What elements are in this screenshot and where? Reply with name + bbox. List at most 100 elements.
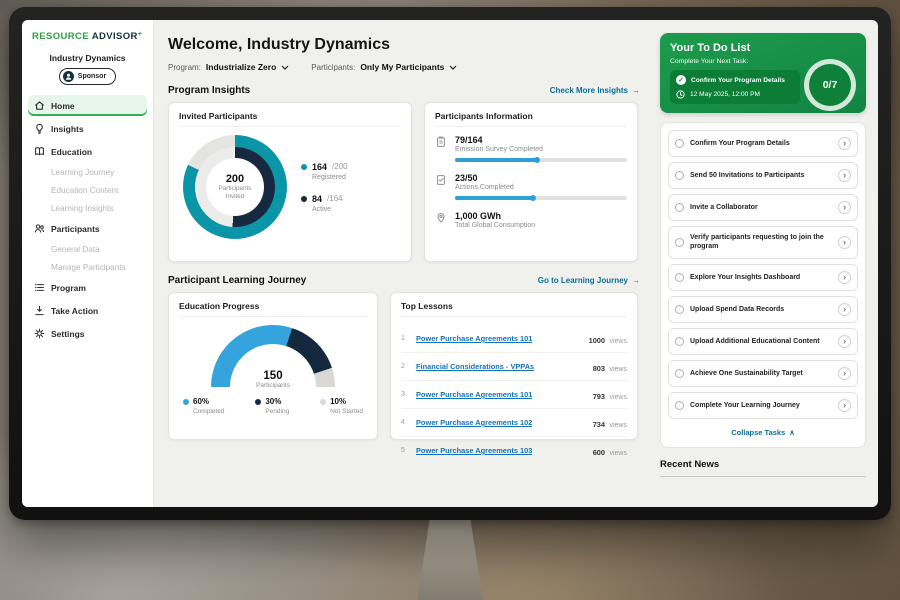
people-icon — [34, 223, 45, 234]
chevron-right-icon[interactable]: › — [838, 271, 851, 284]
checkbox-circle-icon[interactable] — [675, 171, 684, 180]
legend-dot-navy — [255, 399, 261, 405]
invited-participants-card: Invited Participants 200 Participants In… — [168, 102, 412, 262]
lesson-link[interactable]: Power Purchase Agreements 101 — [416, 334, 532, 343]
education-progress-card: Education Progress 150 Participants 60 — [168, 292, 378, 440]
donut-center-label: Participants Invited — [206, 185, 264, 201]
chevron-right-icon[interactable]: › — [838, 169, 851, 182]
checkbox-circle-icon[interactable] — [675, 305, 684, 314]
task-row[interactable]: Send 50 Invitations to Participants › — [668, 162, 858, 189]
chevron-down-icon — [449, 65, 457, 70]
progress-bar — [455, 158, 627, 162]
person-icon — [63, 71, 74, 82]
monitor-bezel: RESOURCE ADVISOR+ Industry Dynamics Spon… — [9, 7, 891, 520]
check-icon: ✓ — [676, 75, 686, 85]
checkbox-circle-icon[interactable] — [675, 401, 684, 410]
checkbox-circle-icon[interactable] — [675, 337, 684, 346]
lesson-link[interactable]: Power Purchase Agreements 101 — [416, 390, 532, 399]
chevron-right-icon[interactable]: › — [838, 137, 851, 150]
legend-label: Not Started — [320, 408, 363, 415]
check-more-insights-link[interactable]: Check More Insights → — [550, 86, 640, 95]
participants-select[interactable]: Participants: Only My Participants — [311, 62, 457, 72]
sidebar-item-learning-insights[interactable]: Learning Insights — [28, 199, 147, 217]
sidebar-item-label: Take Action — [51, 306, 98, 316]
home-icon — [34, 100, 45, 111]
legend-item-registered: 164/200 Registered — [301, 162, 348, 181]
task-label: Upload Spend Data Records — [690, 305, 832, 314]
lesson-link[interactable]: Power Purchase Agreements 103 — [416, 446, 532, 455]
insights-cards-row: Invited Participants 200 Participants In… — [168, 102, 640, 262]
task-row[interactable]: Verify participants requesting to join t… — [668, 226, 858, 259]
learning-cards-row: Education Progress 150 Participants 60 — [168, 292, 640, 440]
info-label: Total Global Consumption — [455, 222, 627, 229]
chevron-right-icon[interactable]: › — [838, 367, 851, 380]
collapse-tasks-link[interactable]: Collapse Tasks ∧ — [668, 424, 858, 440]
participants-select-value: Only My Participants — [360, 62, 444, 72]
lesson-views-value: 1000 — [589, 336, 605, 345]
task-row[interactable]: Explore Your Insights Dashboard › — [668, 264, 858, 291]
card-title: Top Lessons — [401, 301, 627, 317]
lesson-views: 600 views — [593, 442, 627, 460]
list-icon — [34, 282, 45, 293]
sidebar: RESOURCE ADVISOR+ Industry Dynamics Spon… — [22, 20, 154, 507]
info-value: 79/164 — [455, 135, 627, 145]
sidebar-item-education-content[interactable]: Education Content — [28, 181, 147, 199]
task-row[interactable]: Confirm Your Program Details › — [668, 130, 858, 157]
task-row[interactable]: Achieve One Sustainability Target › — [668, 360, 858, 387]
lesson-row: 3 Power Purchase Agreements 101 793 view… — [401, 381, 627, 409]
sponsor-badge-label: Sponsor — [78, 73, 106, 80]
sidebar-item-take-action[interactable]: Take Action — [28, 300, 147, 321]
task-row[interactable]: Upload Additional Educational Content › — [668, 328, 858, 355]
task-row[interactable]: Upload Spend Data Records › — [668, 296, 858, 323]
sidebar-item-general-data[interactable]: General Data — [28, 240, 147, 258]
chevron-right-icon[interactable]: › — [838, 303, 851, 316]
sidebar-item-label: Settings — [51, 329, 85, 339]
chevron-right-icon[interactable]: › — [838, 201, 851, 214]
sidebar-item-insights[interactable]: Insights — [28, 118, 147, 139]
legend-pct: 10% — [330, 397, 346, 406]
todo-title: Your To Do List — [670, 42, 856, 54]
chevron-right-icon[interactable]: › — [838, 236, 851, 249]
sidebar-item-label: Program — [51, 283, 86, 293]
lesson-link[interactable]: Financial Considerations - VPPAs — [416, 362, 534, 371]
gauge-center: 150 Participants — [211, 370, 335, 389]
chevron-right-icon[interactable]: › — [838, 399, 851, 412]
lesson-link[interactable]: Power Purchase Agreements 102 — [416, 418, 532, 427]
sidebar-item-manage-participants[interactable]: Manage Participants — [28, 258, 147, 276]
lesson-views: 793 views — [593, 386, 627, 404]
checkbox-circle-icon[interactable] — [675, 203, 684, 212]
gauge-center-value: 150 — [211, 370, 335, 382]
progress-bar — [455, 196, 627, 200]
org-name: Industry Dynamics — [22, 53, 153, 63]
collapse-label: Collapse Tasks — [731, 428, 785, 437]
program-select[interactable]: Program: Industrialize Zero — [168, 62, 289, 72]
checkbox-circle-icon[interactable] — [675, 273, 684, 282]
sidebar-item-education[interactable]: Education — [28, 141, 147, 162]
gauge-legend: 60% Completed 30% Pending 10% Not Starte… — [179, 389, 367, 415]
task-label: Explore Your Insights Dashboard — [690, 273, 832, 282]
collapse-up-icon: ∧ — [789, 428, 795, 437]
legend-item-pending: 30% Pending — [255, 397, 289, 415]
checkbox-circle-icon[interactable] — [675, 139, 684, 148]
info-value: 1,000 GWh — [455, 211, 627, 221]
lightbulb-icon — [34, 123, 45, 134]
book-icon — [34, 146, 45, 157]
top-lessons-card: Top Lessons 1 Power Purchase Agreements … — [390, 292, 638, 440]
download-icon — [34, 305, 45, 316]
arrow-right-icon: → — [632, 276, 640, 285]
go-to-learning-journey-link[interactable]: Go to Learning Journey → — [538, 276, 640, 285]
section-title: Participant Learning Journey — [168, 275, 306, 286]
sidebar-item-learning-journey[interactable]: Learning Journey — [28, 163, 147, 181]
sidebar-item-program[interactable]: Program — [28, 277, 147, 298]
sidebar-item-home[interactable]: Home — [28, 95, 147, 116]
checkbox-circle-icon[interactable] — [675, 238, 684, 247]
legend-dot-blue — [183, 399, 189, 405]
task-row[interactable]: Invite a Collaborator › — [668, 194, 858, 221]
sidebar-item-settings[interactable]: Settings — [28, 323, 147, 344]
checkbox-circle-icon[interactable] — [675, 369, 684, 378]
chevron-right-icon[interactable]: › — [838, 335, 851, 348]
sidebar-item-label: Insights — [51, 124, 84, 134]
sidebar-item-participants[interactable]: Participants — [28, 218, 147, 239]
task-row[interactable]: Complete Your Learning Journey › — [668, 392, 858, 419]
next-task-box: ✓ Confirm Your Program Details 12 May 20… — [670, 70, 800, 104]
